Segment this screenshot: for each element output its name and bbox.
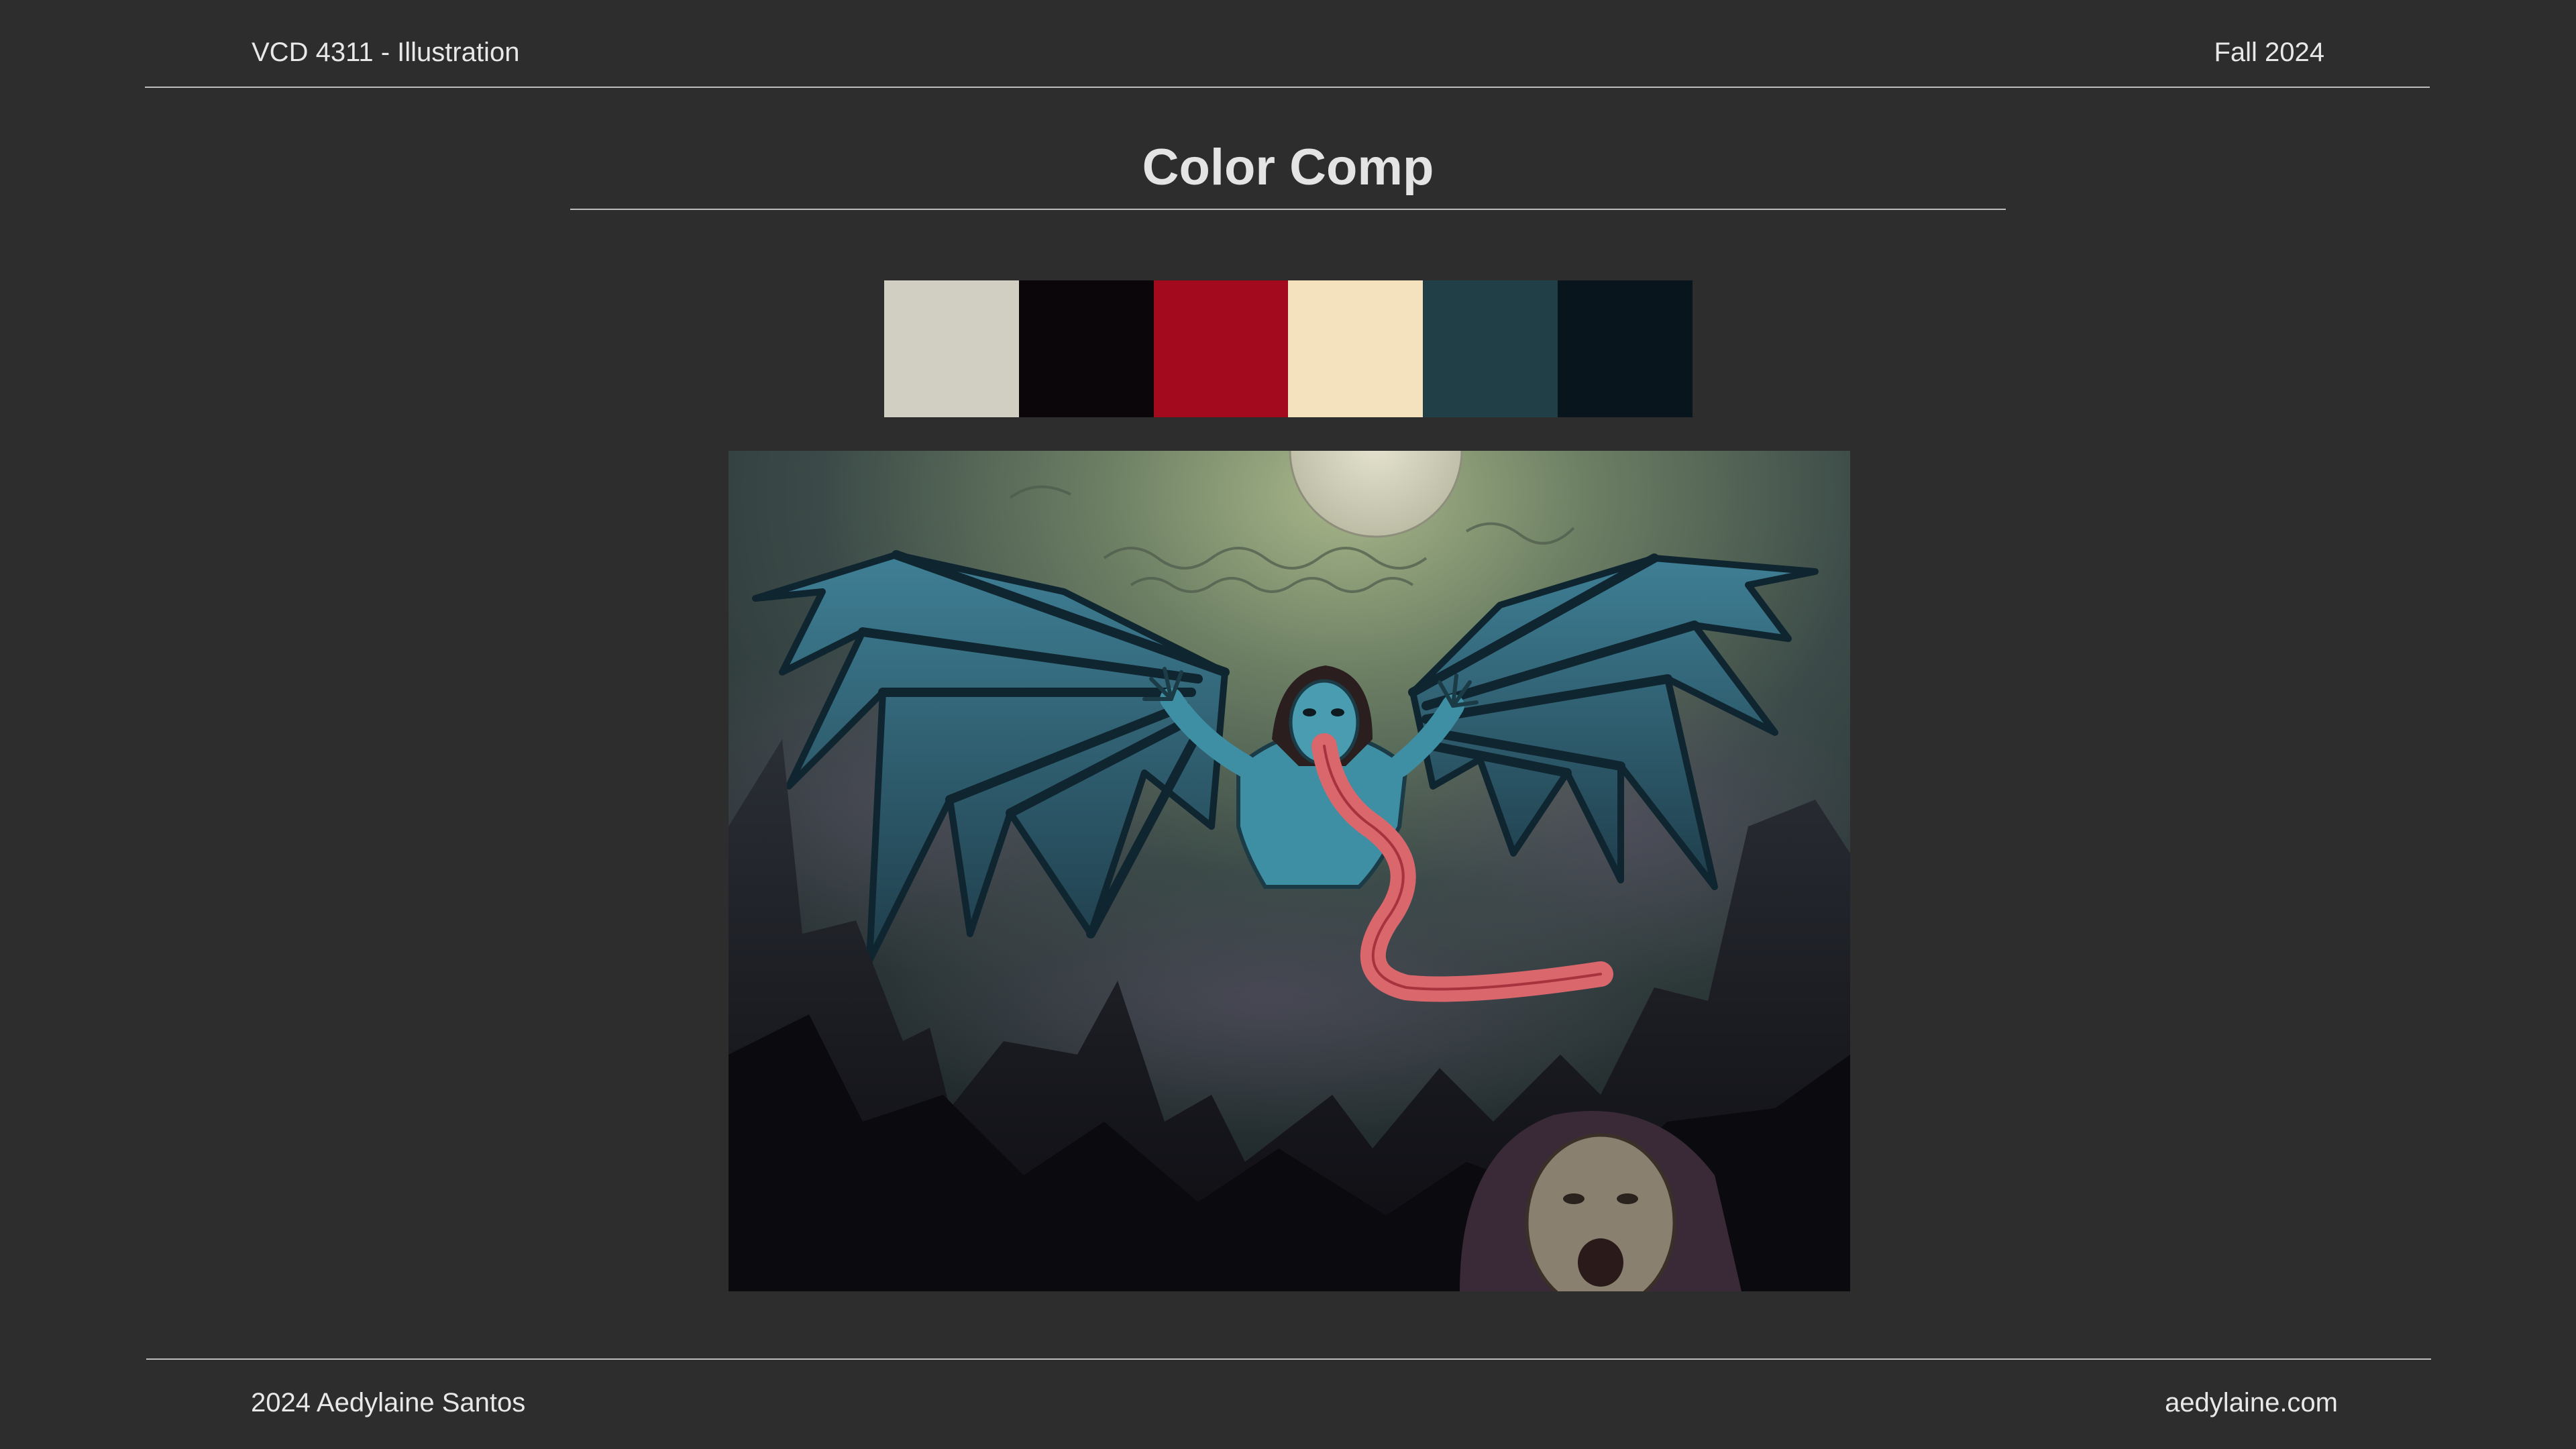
illustration-image [729,451,1850,1291]
footer-divider [146,1358,2431,1360]
swatch-dark-teal [1423,280,1558,417]
course-label: VCD 4311 - Illustration [252,38,520,67]
swatch-crimson [1153,280,1289,417]
page-title: Color Comp [1142,139,1434,196]
color-palette [884,280,1693,417]
swatch-near-black [1018,280,1154,417]
swatch-cream [1288,280,1424,417]
swatch-deep-navy [1558,280,1693,417]
swatch-pale-gray [884,280,1019,417]
header-divider [145,87,2430,88]
title-divider [570,209,2006,210]
term-label: Fall 2024 [2214,38,2324,67]
website-link[interactable]: aedylaine.com [2165,1387,2338,1419]
illustration-winged-creature [729,451,1850,1291]
copyright-label: 2024 Aedylaine Santos [251,1388,526,1417]
